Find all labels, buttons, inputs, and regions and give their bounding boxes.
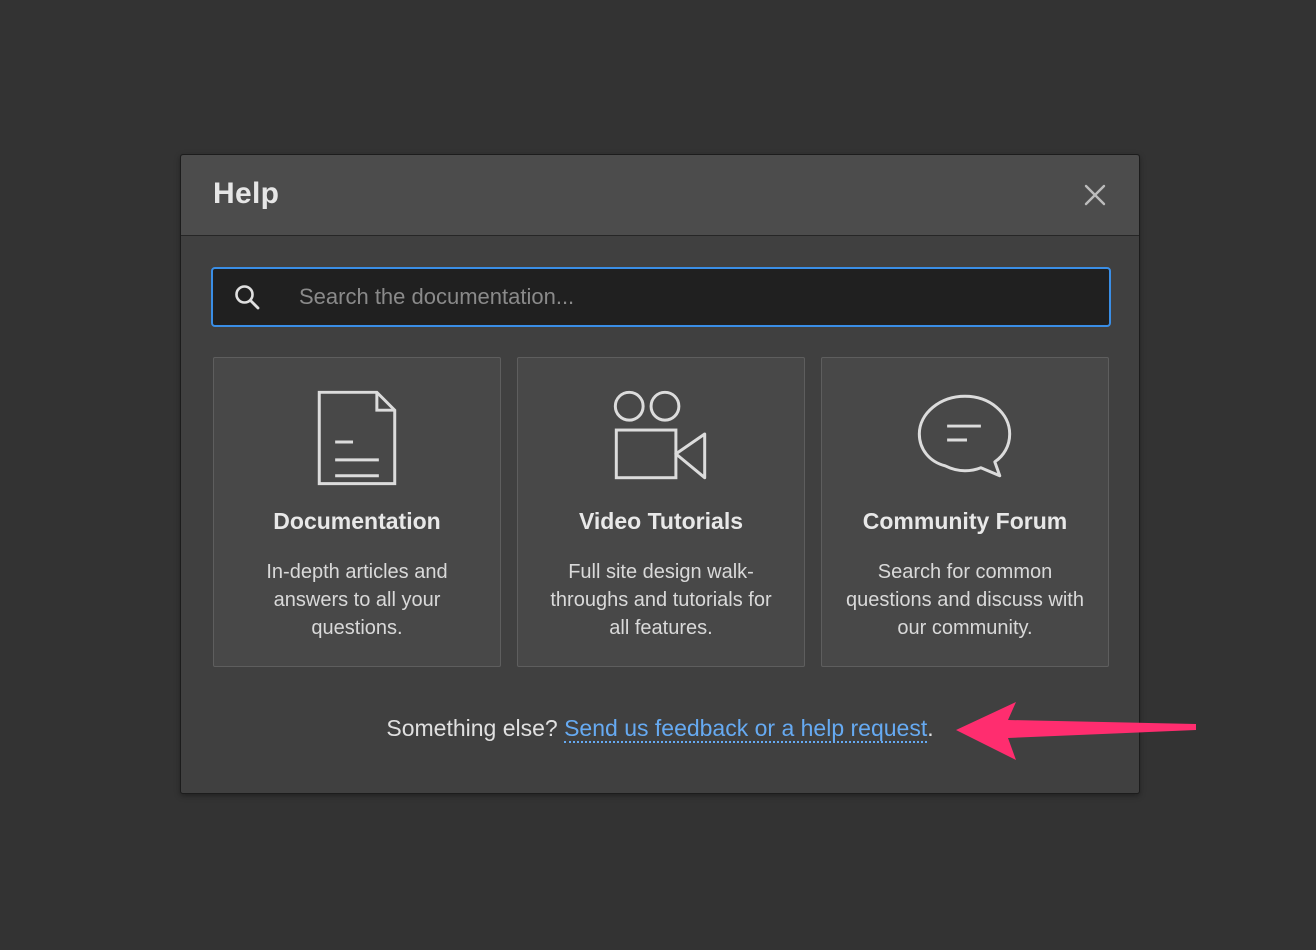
search-box[interactable]: [211, 267, 1111, 327]
community-forum-card[interactable]: Community Forum Search for common questi…: [821, 357, 1109, 667]
close-button[interactable]: [1081, 181, 1109, 209]
arrow-left-icon: [956, 702, 1196, 760]
chat-bubble-icon: [917, 394, 1012, 478]
dialog-header: Help: [181, 155, 1139, 236]
footer-prefix: Something else?: [386, 715, 565, 741]
dialog-title: Help: [213, 177, 280, 210]
card-description: Search for common questions and discuss …: [846, 561, 1084, 639]
video-camera-icon: [613, 390, 707, 480]
close-icon: [1084, 184, 1106, 206]
card-description: In-depth articles and answers to all you…: [266, 561, 448, 639]
footer-suffix: .: [927, 715, 934, 741]
card-title: Video Tutorials: [578, 508, 743, 534]
video-tutorials-card[interactable]: Video Tutorials Full site design walk-th…: [517, 357, 805, 667]
search-icon: [235, 285, 260, 310]
feedback-link[interactable]: Send us feedback or a help request: [564, 715, 928, 743]
help-dialog: Help Documentation In-depth articles and…: [180, 154, 1140, 794]
card-title: Documentation: [273, 508, 441, 534]
document-icon: [317, 390, 397, 486]
card-title: Community Forum: [862, 508, 1068, 534]
documentation-card[interactable]: Documentation In-depth articles and answ…: [213, 357, 501, 667]
card-description: Full site design walk-throughs and tutor…: [550, 561, 772, 639]
search-input[interactable]: [299, 269, 1089, 325]
